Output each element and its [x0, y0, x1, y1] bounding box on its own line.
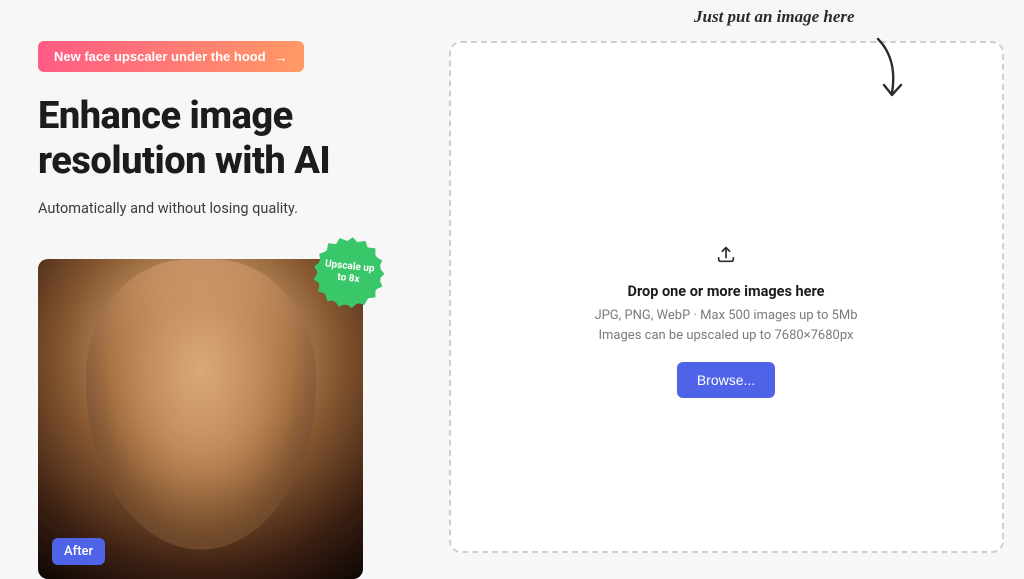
handwritten-note: Just put an image here	[694, 7, 855, 27]
after-label: After	[52, 538, 105, 565]
page-subtitle: Automatically and without losing quality…	[38, 200, 398, 217]
announcement-badge[interactable]: New face upscaler under the hood →	[38, 41, 304, 72]
dropzone-formats: JPG, PNG, WebP · Max 500 images up to 5M…	[594, 306, 857, 326]
example-image-card: Upscale up to 8x After	[38, 259, 363, 579]
dropzone-resolution: Images can be upscaled up to 7680×7680px	[599, 326, 854, 346]
arrow-right-icon: →	[274, 50, 288, 64]
page-headline: Enhance image resolution with AI	[38, 94, 398, 184]
upload-dropzone[interactable]: Drop one or more images here JPG, PNG, W…	[449, 41, 1004, 553]
handdrawn-arrow-icon	[864, 35, 914, 107]
example-image: After	[38, 259, 363, 579]
browse-button[interactable]: Browse...	[677, 362, 775, 398]
announcement-text: New face upscaler under the hood	[54, 49, 266, 64]
dropzone-title: Drop one or more images here	[628, 283, 825, 300]
upload-icon	[715, 243, 737, 269]
